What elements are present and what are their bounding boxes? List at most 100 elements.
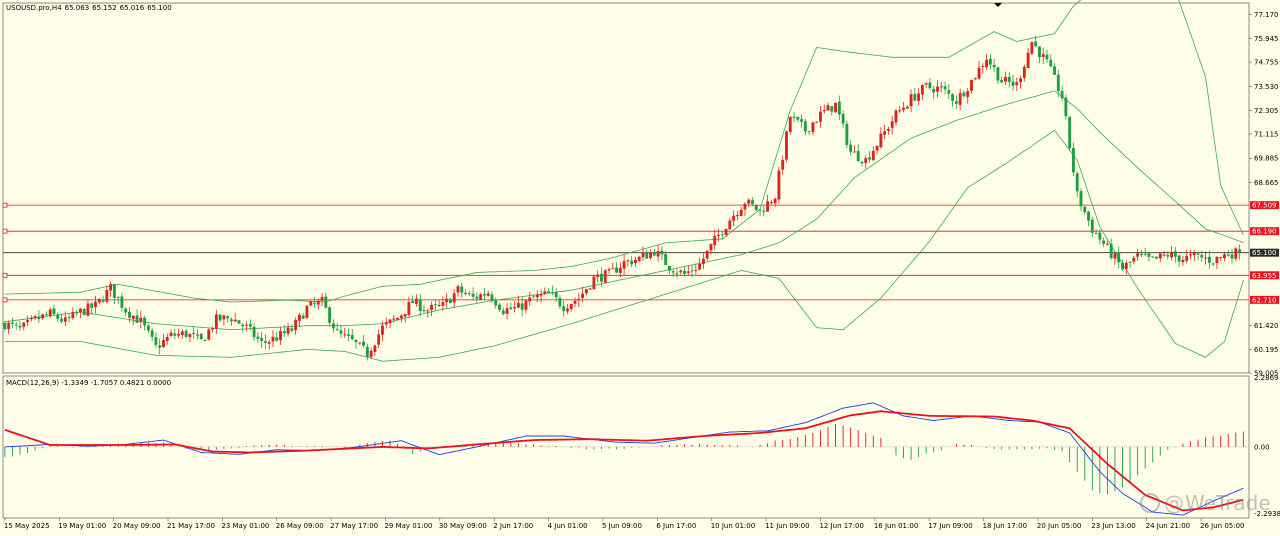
candle (14, 321, 18, 330)
candle-body (1143, 253, 1147, 255)
trading-chart[interactable]: 77.170 75.945 74.755 73.530 72.305 71.115 69.8… (0, 0, 1280, 536)
candle-body (407, 301, 411, 316)
candle-body (75, 312, 79, 314)
candle-body (211, 328, 214, 330)
candle-body (558, 298, 562, 307)
candle-body (1094, 232, 1098, 234)
candle-body (717, 234, 720, 236)
candle (1226, 249, 1230, 258)
candle (951, 93, 955, 107)
candle-body (78, 308, 82, 313)
candle-body (667, 265, 671, 271)
candle-body (822, 110, 826, 112)
candle-body (82, 308, 86, 316)
candle-body (588, 288, 592, 290)
candle (701, 253, 705, 270)
candle-body (584, 289, 588, 294)
candle (1102, 237, 1106, 247)
candle (1170, 245, 1174, 261)
level-handle[interactable] (2, 297, 8, 303)
candle (705, 250, 709, 261)
candle-body (1060, 91, 1064, 99)
candle (486, 290, 490, 297)
candle (758, 209, 762, 217)
candle-body (63, 317, 67, 322)
candle (871, 146, 875, 161)
candle (954, 95, 958, 109)
candle (415, 294, 418, 307)
candle (1045, 49, 1049, 63)
candle-body (1022, 66, 1026, 78)
candle (305, 304, 309, 320)
candle-body (913, 93, 917, 101)
candle (728, 217, 732, 230)
candle-body (951, 94, 955, 101)
candle (875, 145, 879, 155)
candle (456, 284, 460, 297)
candle-body (550, 292, 554, 294)
candle (1019, 75, 1023, 89)
candle (637, 255, 641, 263)
time-axis-label: 16 Jun 01:00 (874, 522, 918, 530)
candle (94, 295, 97, 314)
candle-body (1075, 173, 1079, 192)
candle (830, 105, 834, 116)
candle-body (1049, 59, 1053, 67)
candle (837, 95, 841, 121)
candle-body (686, 271, 690, 274)
candle (1185, 249, 1189, 264)
candle (241, 323, 245, 333)
level-handle[interactable] (2, 228, 8, 234)
time-axis-label: 29 May 01:00 (384, 522, 432, 530)
candle (433, 298, 437, 312)
candle (641, 246, 645, 261)
candle-body (471, 293, 475, 297)
candle-body (94, 301, 97, 308)
candle-body (562, 306, 566, 311)
time-axis-label: 20 May 09:00 (113, 522, 161, 530)
candle-body (135, 315, 139, 323)
candle-body (1196, 253, 1200, 255)
candle-body (44, 314, 48, 316)
candle (992, 58, 996, 73)
level-handle[interactable] (2, 202, 8, 208)
candle-body (1204, 257, 1208, 259)
candle (279, 326, 282, 345)
candle-body (860, 161, 864, 164)
candle-body (158, 345, 162, 348)
candle-body (615, 267, 618, 273)
candle-body (131, 315, 135, 319)
candle (781, 155, 785, 175)
candle-body (331, 323, 335, 329)
candle-body (373, 345, 377, 352)
candle (852, 145, 856, 153)
macd-label: MACD(12,26,9) -1.3349 -1.7057 0.4821 0.0… (6, 379, 172, 387)
candle-body (1004, 76, 1007, 82)
chart-canvas[interactable]: 77.170 75.945 74.755 73.530 72.305 71.115 69.8… (0, 0, 1280, 536)
candle-body (358, 342, 362, 344)
candle (1083, 205, 1087, 215)
candle-body (720, 234, 724, 236)
candle-body (445, 298, 449, 303)
candle-body (701, 258, 705, 264)
candle (44, 311, 48, 317)
candle (381, 321, 384, 342)
candle-body (494, 300, 498, 306)
candle (437, 299, 441, 308)
candle-body (433, 304, 437, 306)
candle-body (396, 317, 400, 320)
candle-body (988, 58, 992, 65)
candle-body (781, 160, 785, 170)
candle-body (448, 299, 452, 304)
candle-body (762, 210, 766, 212)
candle (735, 211, 739, 221)
candle-body (539, 294, 543, 296)
candle-body (909, 94, 913, 107)
candle-body (464, 292, 467, 294)
candle-body (146, 325, 150, 331)
candle (981, 63, 985, 74)
candle-body (920, 84, 924, 95)
level-handle[interactable] (2, 272, 8, 278)
candle-body (705, 250, 709, 259)
candle (411, 295, 415, 304)
